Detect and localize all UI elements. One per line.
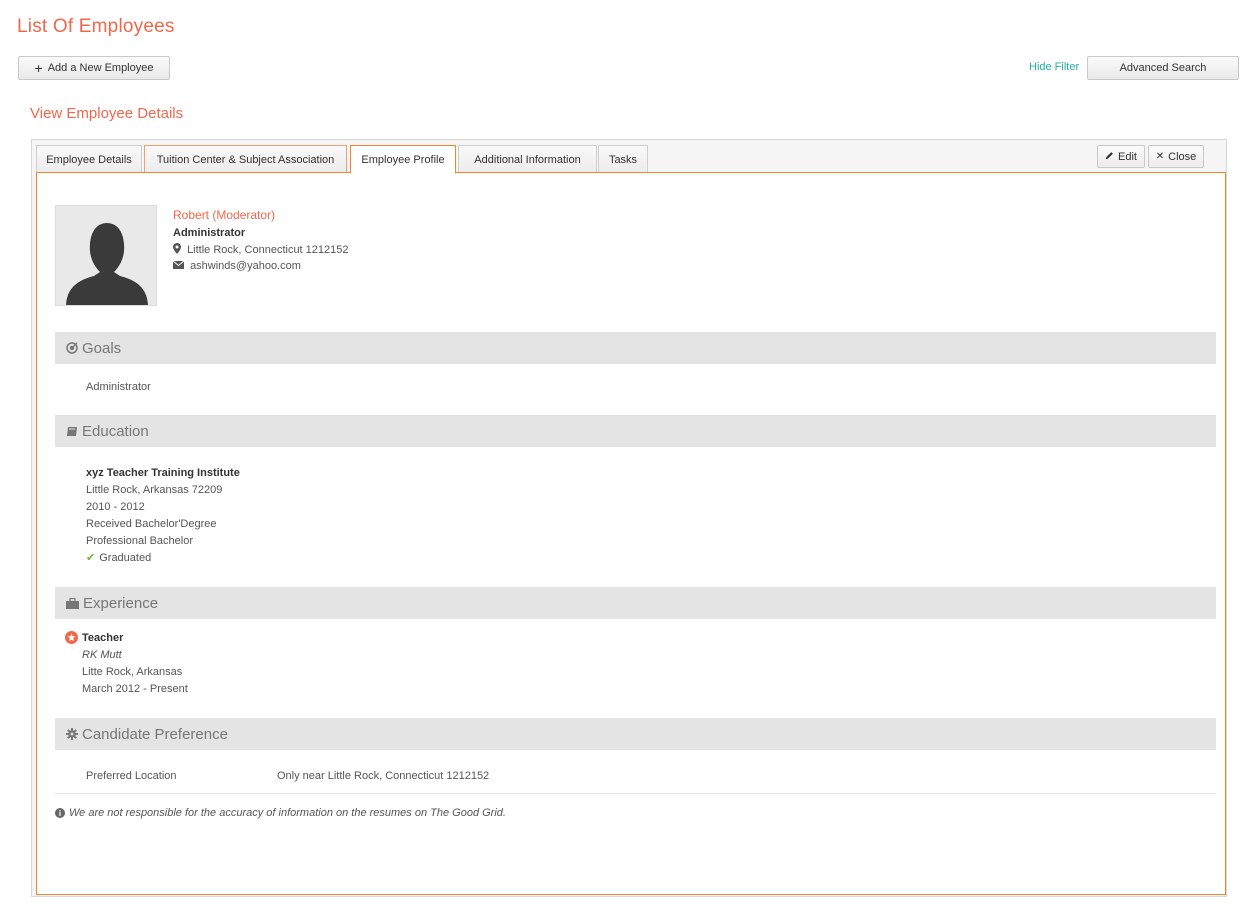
envelope-icon (172, 260, 185, 272)
profile-content: Robert (Moderator) Administrator Little … (36, 172, 1226, 895)
book-icon (66, 426, 78, 437)
location-text: Little Rock, Connecticut 1212152 (187, 243, 349, 256)
checkmark-icon: ✔ (86, 552, 96, 564)
divider (55, 793, 1216, 794)
advanced-search-label: Advanced Search (1119, 62, 1207, 74)
add-employee-button[interactable]: + Add a New Employee (18, 56, 170, 80)
experience-location: Litte Rock, Arkansas (82, 666, 183, 678)
education-status: ✔ Graduated (86, 550, 240, 567)
goals-heading: Goals (82, 339, 122, 357)
employee-email: ashwinds@yahoo.com (172, 260, 301, 272)
edit-button[interactable]: Edit (1097, 145, 1145, 168)
pencil-icon (1105, 151, 1114, 163)
avatar (55, 205, 157, 306)
briefcase-icon (66, 597, 79, 609)
disclaimer-text: We are not responsible for the accuracy … (69, 807, 506, 819)
experience-entry: Teacher RK Mutt Litte Rock, Arkansas Mar… (82, 630, 188, 698)
add-employee-label: Add a New Employee (47, 62, 154, 74)
employee-role: Administrator (173, 227, 246, 239)
experience-title: Teacher (82, 632, 124, 644)
tab-tasks[interactable]: Tasks (598, 145, 648, 173)
tab-employee-profile[interactable]: Employee Profile (350, 145, 456, 174)
user-silhouette-icon (56, 206, 156, 305)
tab-bar: Employee Details Tuition Center & Subjec… (32, 140, 1226, 174)
goals-text: Administrator (86, 381, 151, 393)
experience-header: Experience (55, 587, 1216, 619)
candidate-preference-heading: Candidate Preference (82, 725, 228, 743)
candidate-preference-header: Candidate Preference (55, 718, 1216, 750)
close-label: Close (1168, 150, 1197, 163)
education-entry: xyz Teacher Training Institute Little Ro… (86, 465, 240, 567)
tab-additional-information[interactable]: Additional Information (458, 145, 597, 173)
info-icon: i (55, 808, 65, 818)
page-title: List Of Employees (17, 16, 175, 37)
experience-company: RK Mutt (82, 649, 122, 661)
hide-filter-link[interactable]: Hide Filter (1029, 61, 1079, 73)
close-button[interactable]: ✕ Close (1148, 145, 1204, 168)
goals-header: Goals (55, 332, 1216, 364)
education-program: Professional Bachelor (86, 535, 194, 547)
tab-tuition-center[interactable]: Tuition Center & Subject Association (144, 145, 347, 173)
education-heading: Education (82, 422, 149, 440)
gear-icon (66, 728, 78, 740)
education-location: Little Rock, Arkansas 72209 (86, 484, 223, 496)
education-status-text: Graduated (99, 552, 152, 564)
experience-period: March 2012 - Present (82, 683, 188, 695)
education-header: Education (55, 415, 1216, 447)
employee-location: Little Rock, Connecticut 1212152 (173, 243, 349, 257)
map-marker-icon (173, 243, 181, 257)
disclaimer: i We are not responsible for the accurac… (55, 807, 506, 819)
plus-icon: + (34, 60, 43, 76)
preferred-location-label: Preferred Location (86, 770, 177, 782)
edit-label: Edit (1118, 150, 1137, 163)
section-title: View Employee Details (30, 105, 184, 122)
employee-panel: Employee Details Tuition Center & Subjec… (31, 139, 1227, 897)
close-icon: ✕ (1155, 151, 1165, 162)
education-institute: xyz Teacher Training Institute (86, 467, 240, 479)
advanced-search-button[interactable]: Advanced Search (1087, 56, 1239, 80)
tab-employee-details[interactable]: Employee Details (36, 145, 142, 173)
preferred-location-value: Only near Little Rock, Connecticut 12121… (277, 770, 490, 782)
email-text[interactable]: ashwinds@yahoo.com (190, 260, 301, 272)
employee-name[interactable]: Robert (Moderator) (173, 208, 275, 222)
star-badge-icon (65, 631, 78, 644)
education-degree: Received Bachelor'Degree (86, 518, 217, 530)
target-icon (66, 342, 78, 354)
experience-heading: Experience (83, 594, 159, 612)
education-years: 2010 - 2012 (86, 501, 145, 513)
